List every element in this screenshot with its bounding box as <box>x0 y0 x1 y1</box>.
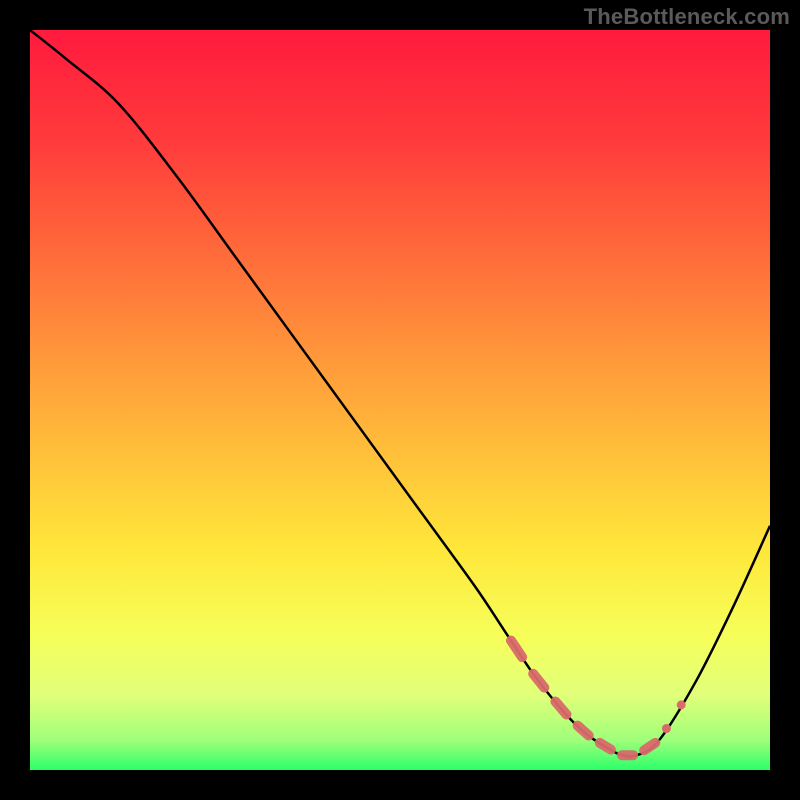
optimal-marker-dot <box>677 700 686 709</box>
optimal-marker-segment <box>533 674 544 688</box>
chart-svg <box>30 30 770 770</box>
optimal-marker-dot <box>662 724 671 733</box>
optimal-marker-segment <box>578 726 589 736</box>
optimal-marker-segment <box>644 743 655 750</box>
bottleneck-curve <box>30 30 770 757</box>
optimal-marker-segment <box>600 743 611 750</box>
optimal-marker-segment <box>555 702 566 715</box>
attribution-label: TheBottleneck.com <box>584 4 790 30</box>
optimal-marker-segment <box>511 641 522 658</box>
